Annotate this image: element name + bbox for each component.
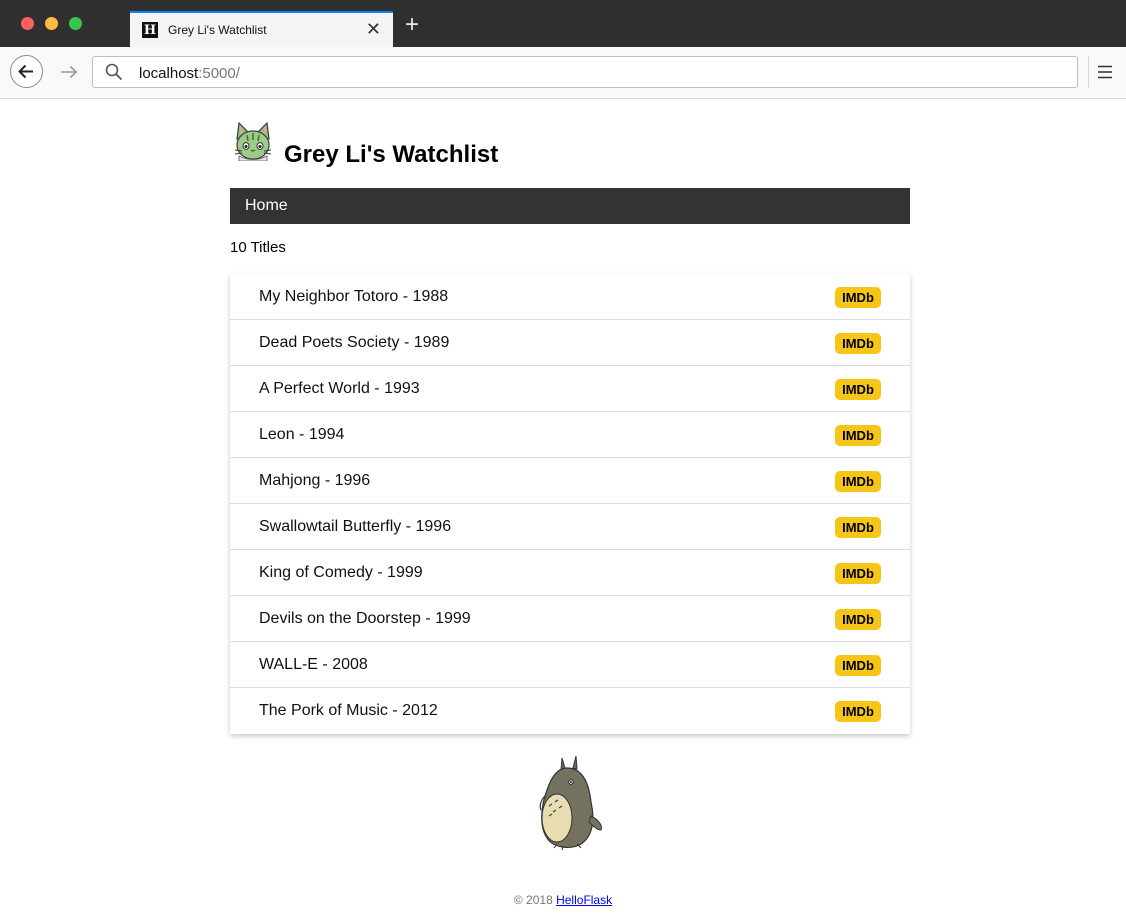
totoro-image — [539, 756, 602, 851]
movie-item: My Neighbor Totoro - 1988 IMDb — [230, 274, 910, 320]
movie-item: A Perfect World - 1993 IMDb — [230, 366, 910, 412]
imdb-link[interactable]: IMDb — [835, 471, 881, 492]
imdb-link[interactable]: IMDb — [835, 655, 881, 676]
imdb-link[interactable]: IMDb — [835, 425, 881, 446]
url-host: localhost — [139, 65, 199, 82]
imdb-link[interactable]: IMDb — [835, 379, 881, 400]
movie-title: The Pork of Music - 2012 — [259, 702, 438, 719]
forward-button[interactable] — [58, 61, 80, 83]
imdb-link[interactable]: IMDb — [835, 701, 881, 722]
movie-item: King of Comedy - 1999 IMDb — [230, 550, 910, 596]
movie-title: Swallowtail Butterfly - 1996 — [259, 518, 452, 535]
movie-title: A Perfect World - 1993 — [259, 380, 420, 397]
search-icon — [105, 63, 123, 81]
maximize-window-button[interactable] — [69, 17, 82, 30]
nav-home-link[interactable]: Home — [245, 197, 288, 215]
movie-item: WALL-E - 2008 IMDb — [230, 642, 910, 688]
browser-tab[interactable]: H Grey Li's Watchlist ✕ — [130, 11, 393, 47]
address-bar[interactable]: localhost:5000/ — [92, 56, 1078, 88]
new-tab-button[interactable]: + — [400, 13, 424, 38]
close-window-button[interactable] — [21, 17, 34, 30]
movie-title: WALL-E - 2008 — [259, 656, 368, 673]
movie-item: Leon - 1994 IMDb — [230, 412, 910, 458]
forward-arrow-icon — [61, 65, 78, 79]
movie-title: My Neighbor Totoro - 1988 — [259, 288, 449, 305]
movie-title: Leon - 1994 — [259, 426, 345, 443]
copyright-text: © 2018 — [513, 893, 557, 907]
back-arrow-icon — [18, 64, 33, 79]
minimize-window-button[interactable] — [45, 17, 58, 30]
imdb-link[interactable]: IMDb — [835, 563, 881, 584]
url-text: localhost:5000/ — [139, 65, 240, 82]
imdb-link[interactable]: IMDb — [835, 287, 881, 308]
movie-title: King of Comedy - 1999 — [259, 564, 423, 581]
back-button[interactable] — [10, 55, 43, 88]
movie-title: Dead Poets Society - 1989 — [259, 334, 450, 351]
tab-title: Grey Li's Watchlist — [168, 23, 267, 37]
toolbar-divider — [1088, 56, 1089, 88]
browser-toolbar: localhost:5000/ — [0, 47, 1126, 99]
hamburger-menu-icon[interactable] — [1096, 63, 1114, 81]
movie-count: 10 Titles — [230, 239, 286, 256]
imdb-link[interactable]: IMDb — [835, 609, 881, 630]
movie-item: Dead Poets Society - 1989 IMDb — [230, 320, 910, 366]
navbar: Home — [230, 188, 910, 224]
movie-item: Swallowtail Butterfly - 1996 IMDb — [230, 504, 910, 550]
page-title: Grey Li's Watchlist — [284, 141, 499, 168]
imdb-link[interactable]: IMDb — [835, 333, 881, 354]
movie-item: The Pork of Music - 2012 IMDb — [230, 688, 910, 734]
imdb-link[interactable]: IMDb — [835, 517, 881, 538]
movie-item: Mahjong - 1996 IMDb — [230, 458, 910, 504]
browser-titlebar: H Grey Li's Watchlist ✕ + — [0, 0, 1126, 47]
url-path: :5000/ — [198, 65, 240, 82]
movie-title: Devils on the Doorstep - 1999 — [259, 610, 471, 627]
cat-avatar-icon — [234, 121, 272, 161]
favicon-icon: H — [142, 22, 158, 38]
movie-list: My Neighbor Totoro - 1988 IMDb Dead Poets… — [230, 274, 910, 734]
footer: © 2018 HelloFlask — [0, 893, 1126, 907]
close-tab-icon[interactable]: ✕ — [366, 18, 381, 40]
helloflask-link[interactable]: HelloFlask — [556, 893, 612, 907]
movie-item: Devils on the Doorstep - 1999 IMDb — [230, 596, 910, 642]
movie-title: Mahjong - 1996 — [259, 472, 371, 489]
